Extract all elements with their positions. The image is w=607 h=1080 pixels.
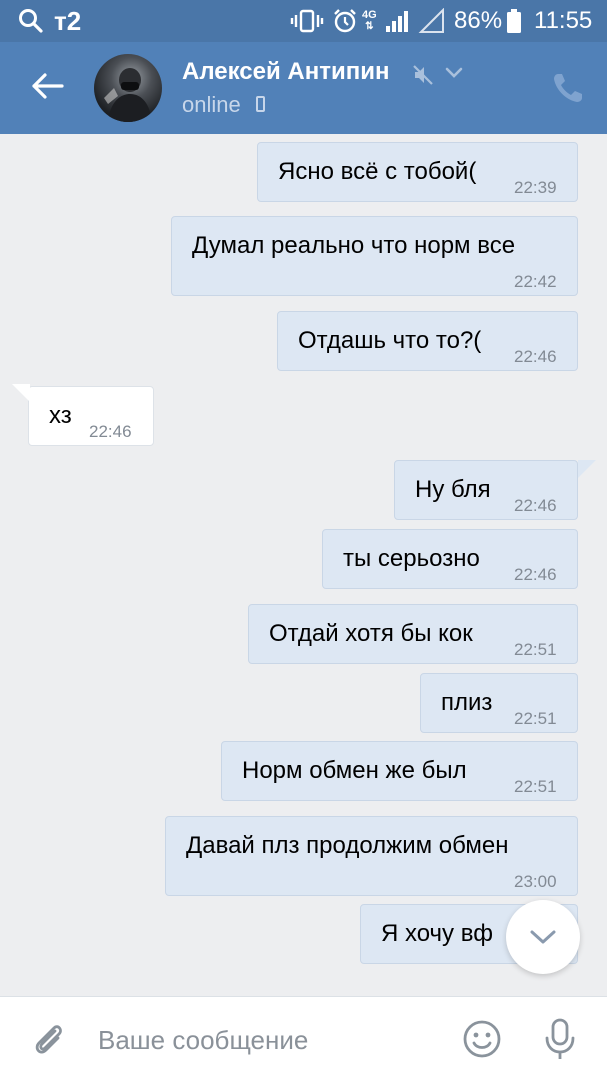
message-list[interactable]: Ясно всё с тобой( 22:39 Думал реально чт… [0, 134, 607, 996]
message-time: 22:51 [514, 709, 557, 728]
contact-status: online [182, 92, 241, 117]
message-bubble-outgoing[interactable]: Отдай хотя бы кок 22:51 [248, 604, 578, 664]
message-text: Норм обмен же был [242, 757, 467, 784]
battery-percent: 86% [454, 7, 503, 34]
call-button[interactable] [548, 68, 588, 108]
outgoing-bubble-tail [578, 460, 596, 478]
avatar[interactable] [94, 54, 162, 122]
message-bubble-outgoing[interactable]: Ну бля 22:46 [394, 460, 578, 520]
message-text: Давай плз продолжим обмен [186, 832, 509, 859]
chevron-down-icon[interactable] [444, 66, 464, 85]
message-time: 22:46 [514, 347, 557, 366]
message-time: 22:46 [514, 565, 557, 584]
mute-icon [412, 64, 434, 91]
carrier-label: т2 [54, 5, 82, 36]
message-text: Отдашь что то?( [298, 327, 482, 354]
microphone-icon [545, 1018, 575, 1059]
incoming-bubble-tail [12, 384, 30, 402]
message-text: Отдай хотя бы кок [269, 620, 473, 647]
wifi-signal-icon [418, 0, 446, 42]
message-text: ты серьозно [343, 545, 480, 572]
scroll-to-bottom-button[interactable] [506, 900, 580, 974]
message-time: 22:51 [514, 777, 557, 796]
smile-icon [463, 1020, 501, 1058]
composer-bar [0, 996, 607, 1080]
message-time: 23:00 [514, 872, 557, 891]
data-arrows-icon: ⇅ [365, 21, 374, 32]
network-type-label: 4G [362, 9, 377, 21]
message-time: 22:46 [514, 496, 557, 515]
message-bubble-outgoing[interactable]: плиз 22:51 [420, 673, 578, 733]
mobile-icon [256, 96, 265, 112]
message-input[interactable] [96, 1017, 440, 1063]
message-bubble-outgoing[interactable]: Отдашь что то?( 22:46 [277, 311, 578, 371]
status-bar: т2 4G ⇅ 86% 11:55 [0, 0, 607, 42]
avatar-image [104, 68, 152, 122]
signal-icon [384, 0, 412, 42]
message-text: хз [49, 402, 72, 429]
battery-icon [506, 0, 522, 42]
back-button[interactable] [26, 64, 70, 108]
message-bubble-outgoing[interactable]: Норм обмен же был 22:51 [221, 741, 578, 801]
clock: 11:55 [534, 7, 593, 34]
vibrate-icon [290, 0, 324, 42]
contact-name[interactable]: Алексей Антипин [182, 58, 390, 86]
phone-icon [554, 74, 582, 102]
message-bubble-outgoing[interactable]: Думал реально что норм все 22:42 [171, 216, 578, 296]
chat-header: Алексей Антипин online [0, 42, 607, 134]
message-time: 22:39 [514, 178, 557, 197]
arrow-back-icon [32, 73, 64, 99]
message-bubble-outgoing[interactable]: ты серьозно 22:46 [322, 529, 578, 589]
search-icon [18, 0, 44, 42]
alarm-icon [332, 0, 358, 42]
message-time: 22:51 [514, 640, 557, 659]
message-bubble-outgoing[interactable]: Ясно всё с тобой( 22:39 [257, 142, 578, 202]
attach-button[interactable] [28, 1019, 68, 1059]
message-text: Я хочу вф [381, 920, 493, 947]
emoji-button[interactable] [462, 1019, 502, 1059]
message-text: плиз [441, 689, 493, 716]
message-text: Ясно всё с тобой( [278, 158, 477, 185]
voice-message-button[interactable] [540, 1017, 580, 1061]
message-text: Ну бля [415, 476, 491, 503]
message-bubble-outgoing[interactable]: Давай плз продолжим обмен 23:00 [165, 816, 578, 896]
message-bubble-incoming[interactable]: хз 22:46 [28, 386, 154, 446]
message-text: Думал реально что норм все [192, 232, 516, 259]
message-time: 22:42 [514, 272, 557, 291]
message-time: 22:46 [89, 422, 132, 441]
paperclip-icon [35, 1025, 62, 1054]
chevron-down-icon [530, 930, 556, 944]
